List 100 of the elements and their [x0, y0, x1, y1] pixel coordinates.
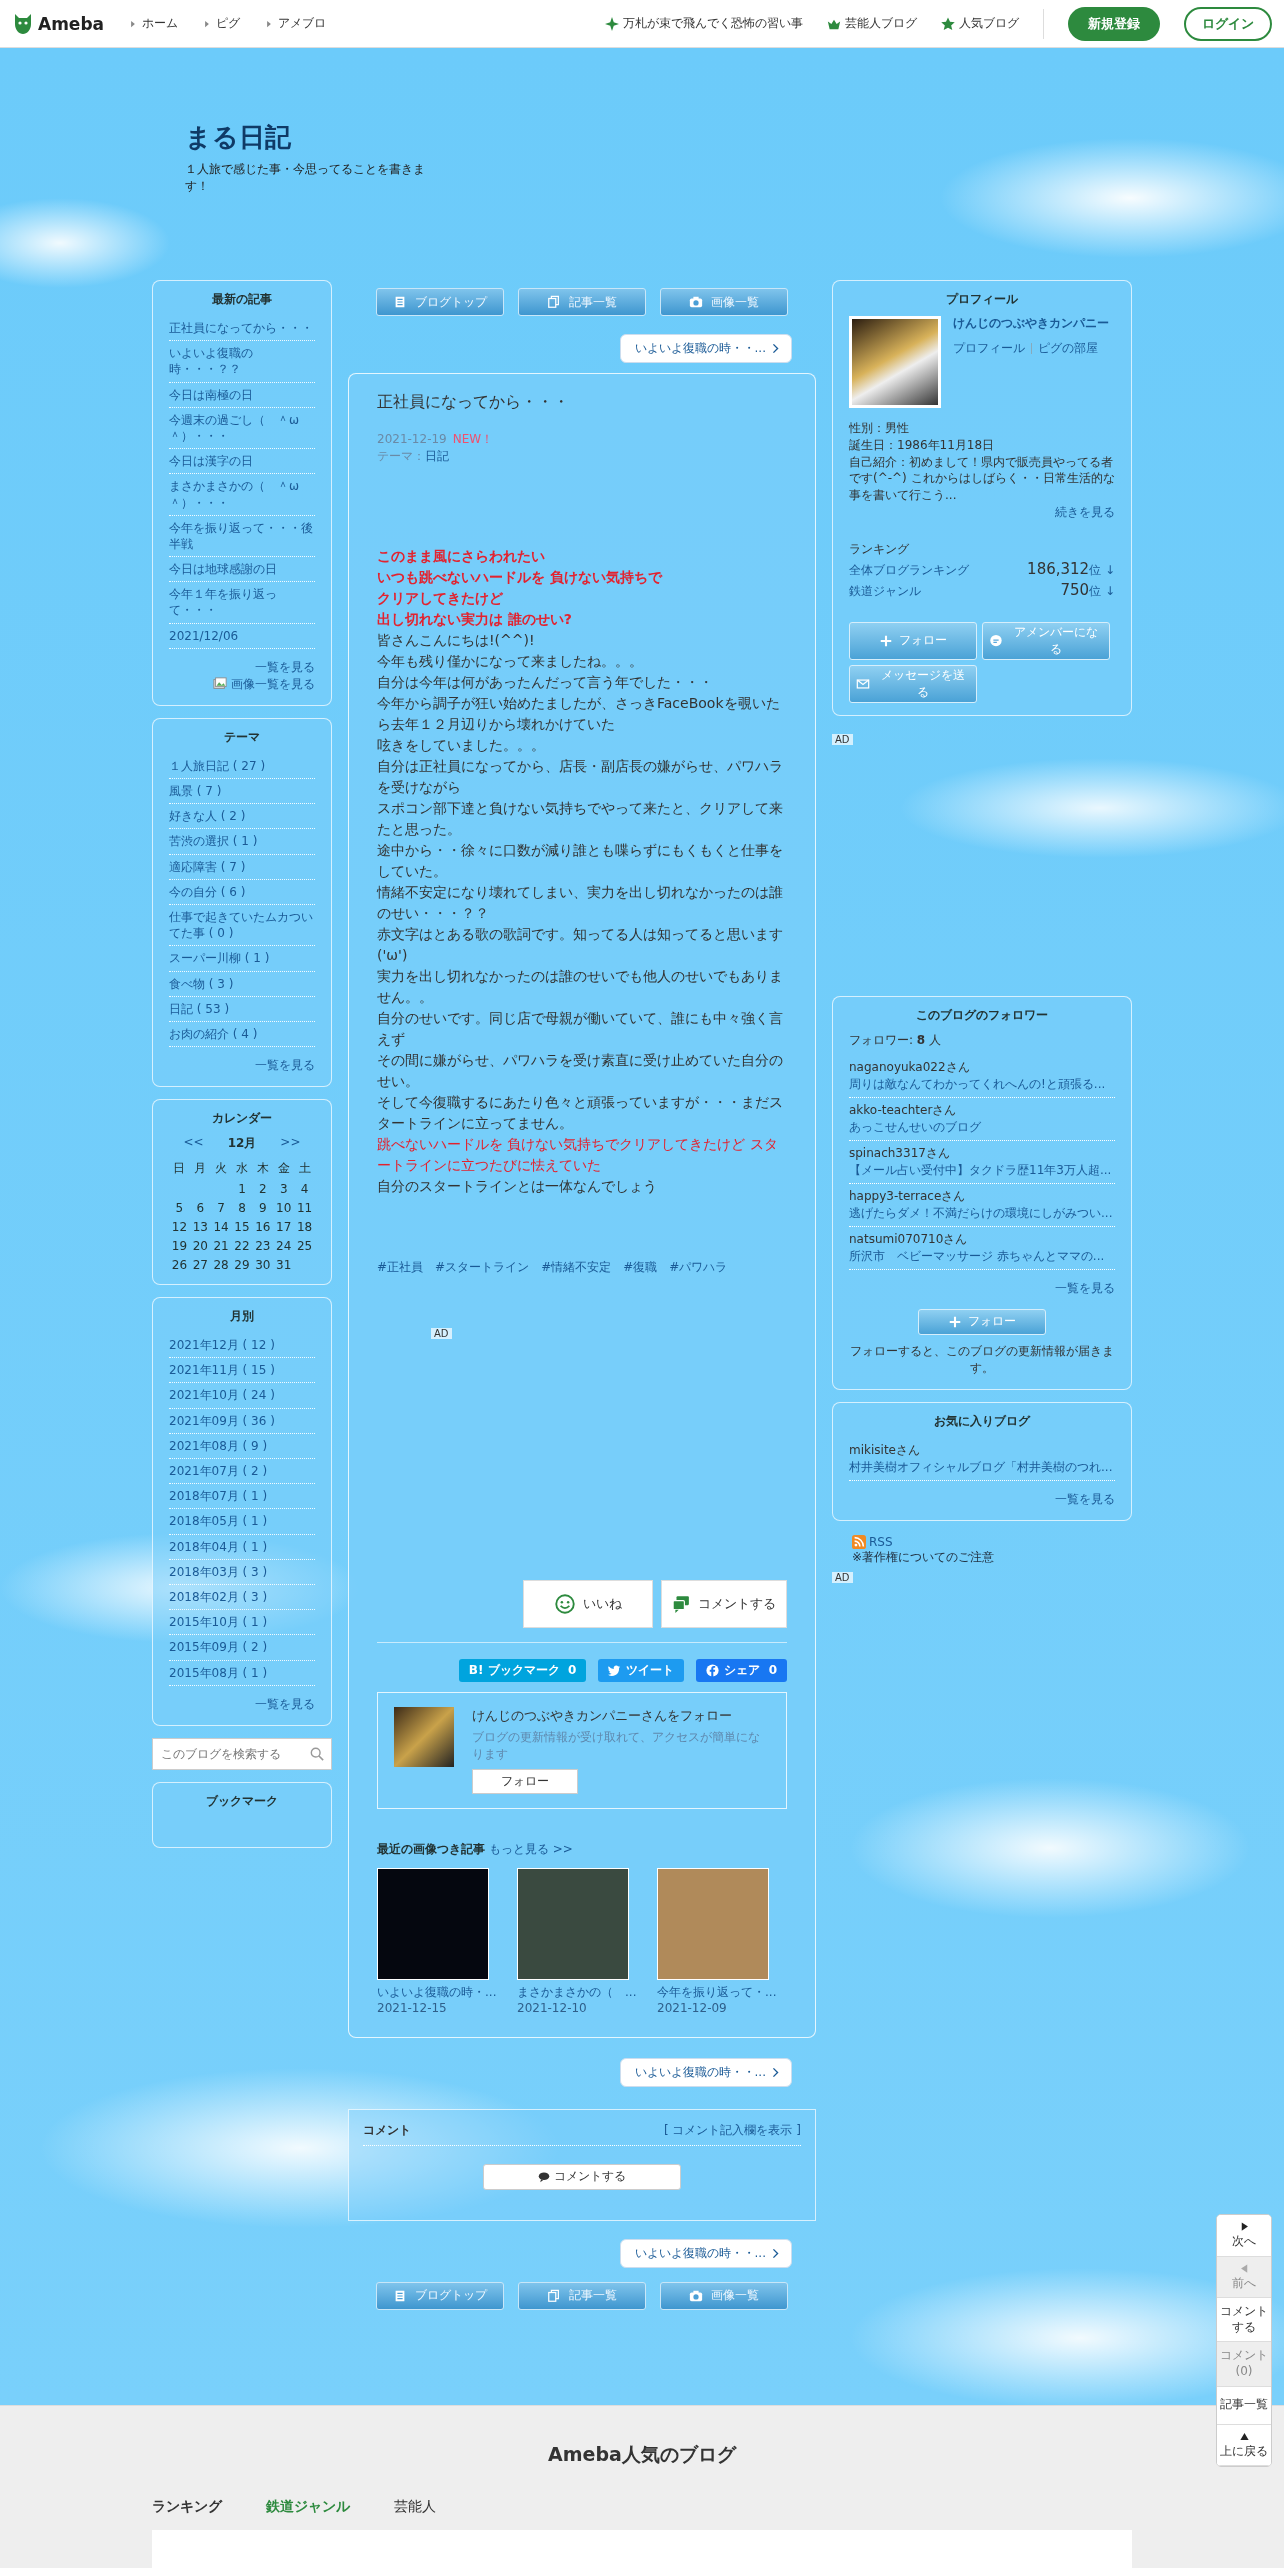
month-link[interactable]: 2021年10月 ( 24 )	[169, 1383, 315, 1409]
follower-blog-link[interactable]: 所沢市 ベビーマッサージ 赤ちゃんとママの...	[849, 1247, 1115, 1270]
month-link[interactable]: 2018年07月 ( 1 )	[169, 1484, 315, 1510]
follow-button[interactable]: フォロー	[918, 1308, 1046, 1335]
write-comment-button[interactable]: コメントする	[483, 2163, 681, 2190]
theme-link[interactable]: 食べ物 ( 3 )	[169, 971, 315, 997]
month-link[interactable]: 2021年12月 ( 12 )	[169, 1333, 315, 1359]
see-all-link[interactable]: 一覧を見る	[169, 658, 315, 676]
follower-blog-link[interactable]: 【メール占い受付中】タクドラ歴11年3万人超...	[849, 1161, 1115, 1184]
nav-link[interactable]: ピグ	[202, 15, 241, 32]
article-link[interactable]: 今年１年を振り返って・・・	[169, 582, 315, 624]
article-link[interactable]: 今日は地球感謝の日	[169, 557, 315, 583]
article-link[interactable]: 今週末の過ごし（ ＾ω＾）・・・	[169, 407, 315, 450]
theme-link[interactable]: 適応障害 ( 7 )	[169, 854, 315, 880]
month-link[interactable]: 2021年09月 ( 36 )	[169, 1408, 315, 1434]
month-link[interactable]: 2021年08月 ( 9 )	[169, 1433, 315, 1459]
show-comment-form-link[interactable]: [ コメント記入欄を表示 ]	[664, 2121, 801, 2139]
follow-button[interactable]: フォロー	[472, 1768, 578, 1794]
thumbnail-title[interactable]: 今年を振り返って・...	[657, 1983, 781, 2001]
image-list-link[interactable]: 画像一覧を見る	[169, 675, 315, 693]
header-link[interactable]: 人気ブログ	[941, 15, 1019, 32]
previous-month-link[interactable]: <<	[183, 1135, 204, 1153]
month-link[interactable]: 2018年04月 ( 1 )	[169, 1534, 315, 1560]
next-article-link[interactable]: いよいよ復職の時・・...	[619, 334, 792, 363]
photo-placeholder[interactable]	[849, 316, 941, 408]
month-link[interactable]: 2018年03月 ( 3 )	[169, 1559, 315, 1585]
article-link[interactable]: まさかまさかの（ ＾ω＾）・・・	[169, 474, 315, 516]
ranking-link[interactable]: 全体ブログランキング	[849, 561, 969, 579]
search-field[interactable]: このブログを検索する	[152, 1737, 332, 1770]
theme-link[interactable]: 日記	[425, 449, 449, 464]
nav-button[interactable]: 画像一覧	[660, 2281, 788, 2310]
favorite-blog-link[interactable]: 村井美樹オフィシャルブログ「村井美樹のつれ...	[849, 1458, 1115, 1481]
article-link[interactable]: 2021/12/06	[169, 623, 315, 649]
article-link[interactable]: 今日は漢字の日	[169, 449, 315, 475]
thumbnail-title[interactable]: まさかまさかの（ ...	[517, 1983, 641, 2001]
header-link[interactable]: 芸能人ブログ	[827, 15, 917, 32]
article-link[interactable]: 正社員になってから・・・	[169, 316, 315, 342]
logo-text[interactable]: Ameba	[38, 13, 105, 34]
month-link[interactable]: 2015年09月 ( 2 )	[169, 1635, 315, 1661]
see-all-link[interactable]: 一覧を見る	[169, 1057, 315, 1075]
theme-link[interactable]: 今の自分 ( 6 )	[169, 879, 315, 905]
see-all-link[interactable]: 一覧を見る	[849, 1279, 1115, 1297]
month-link[interactable]: 2021年07月 ( 2 )	[169, 1459, 315, 1485]
theme-link[interactable]: お肉の紹介 ( 4 )	[169, 1021, 315, 1048]
month-link[interactable]: 2018年05月 ( 1 )	[169, 1509, 315, 1535]
genre-tab[interactable]: 鉄道ジャンル	[266, 2498, 350, 2516]
nav-button[interactable]: ブログトップ	[376, 2281, 504, 2310]
theme-link[interactable]: 仕事で起きていたムカついてた事 ( 0 )	[169, 904, 315, 947]
more-link[interactable]: もっと見る >>	[489, 1841, 573, 1856]
like-button[interactable]: いいね	[523, 1579, 653, 1628]
theme-link[interactable]: 風景 ( 7 )	[169, 779, 315, 805]
month-link[interactable]: 2021年11月 ( 15 )	[169, 1358, 315, 1384]
article-link[interactable]: 今年を振り返って・・・後半戦	[169, 515, 315, 558]
follower-blog-link[interactable]: 周りは敵なんてわかってくれへんの!と頑張る...	[849, 1075, 1115, 1098]
share-button[interactable]: ツイート	[598, 1658, 685, 1682]
nav-button[interactable]: 記事一覧	[518, 288, 646, 316]
follower-blog-link[interactable]: あっこせんせいのブログ	[849, 1118, 1115, 1141]
month-link[interactable]: 2015年10月 ( 1 )	[169, 1610, 315, 1636]
comment-button[interactable]: コメントする	[661, 1579, 787, 1628]
nav-link[interactable]: ホーム	[128, 15, 179, 32]
signup-button[interactable]: 新規登録	[1068, 6, 1160, 41]
floating-nav-button[interactable]: 次へ	[1217, 2215, 1271, 2257]
genre-tab[interactable]: 芸能人	[394, 2498, 436, 2516]
hashtag-link[interactable]: #スタートライン	[435, 1258, 530, 1276]
profile-link[interactable]: ピグの部屋	[1038, 339, 1098, 357]
article-link[interactable]: 今日は南極の日	[169, 382, 315, 408]
month-link[interactable]: 2018年02月 ( 3 )	[169, 1584, 315, 1611]
next-article-link[interactable]: いよいよ復職の時・・...	[619, 2238, 792, 2268]
hashtag-link[interactable]: #正社員	[377, 1258, 424, 1276]
hashtag-link[interactable]: #パワハラ	[669, 1258, 728, 1276]
next-month-link[interactable]: >>	[280, 1135, 301, 1153]
profile-action-button[interactable]: アメンバーになる	[982, 621, 1110, 660]
thumbnail-title[interactable]: いよいよ復職の時・...	[377, 1983, 501, 2001]
see-all-link[interactable]: 一覧を見る	[169, 1695, 315, 1713]
next-article-link[interactable]: いよいよ復職の時・・...	[619, 2057, 792, 2087]
hashtag-link[interactable]: #情緒不安定	[541, 1258, 612, 1276]
article-title[interactable]: 正社員になってから・・・	[377, 392, 787, 413]
see-all-link[interactable]: 一覧を見る	[849, 1490, 1115, 1508]
theme-link[interactable]: スーパー川柳 ( 1 )	[169, 946, 315, 972]
nav-button[interactable]: ブログトップ	[376, 288, 504, 316]
share-button[interactable]: シェア 0	[696, 1658, 787, 1682]
month-link[interactable]: 2015年08月 ( 1 )	[169, 1660, 315, 1686]
copyright-note-link[interactable]: ※著作権についてのご注意	[852, 1548, 1132, 1566]
theme-link[interactable]: 苦渋の選択 ( 1 )	[169, 829, 315, 855]
ranking-link[interactable]: 鉄道ジャンル	[849, 582, 921, 600]
follower-blog-link[interactable]: 逃げたらダメ！不満だらけの環境にしがみつい...	[849, 1204, 1115, 1227]
hashtag-link[interactable]: #復職	[623, 1258, 658, 1276]
nav-button[interactable]: 記事一覧	[518, 2281, 646, 2310]
nav-link[interactable]: アメブロ	[264, 15, 327, 32]
read-more-link[interactable]: 続きを見る	[849, 504, 1115, 521]
profile-name[interactable]: けんじのつぶやきカンパニー	[953, 316, 1109, 332]
nav-button[interactable]: 画像一覧	[660, 288, 788, 316]
login-button[interactable]: ログイン	[1184, 6, 1272, 41]
theme-link[interactable]: １人旅日記 ( 27 )	[169, 753, 315, 779]
theme-link[interactable]: 好きな人 ( 2 )	[169, 804, 315, 830]
header-link[interactable]: 万札が束で飛んでく恐怖の習い事	[605, 15, 803, 32]
profile-action-button[interactable]: フォロー	[849, 621, 977, 660]
profile-link[interactable]: プロフィール	[953, 339, 1025, 357]
blog-title[interactable]: まる日記	[185, 120, 1132, 155]
rss-link[interactable]: RSS	[852, 1534, 1132, 1549]
